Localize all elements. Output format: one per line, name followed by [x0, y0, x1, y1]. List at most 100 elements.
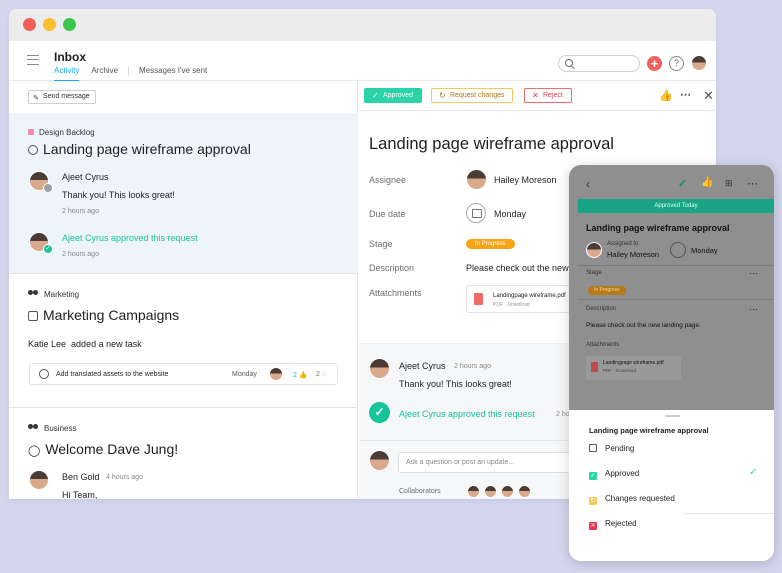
feed-item-design-backlog[interactable]: Design Backlog Landing page wireframe ap… — [9, 113, 358, 273]
selected-check-icon: ✓ — [749, 467, 758, 478]
stage-value[interactable]: In Progress — [466, 239, 515, 249]
top-bar: Inbox Activity Archive Messages I've sen… — [9, 41, 716, 81]
more-icon[interactable]: ⋯ — [749, 268, 758, 279]
avatar — [269, 367, 283, 381]
team-icon — [28, 290, 38, 298]
request-changes-button[interactable]: ↻ Request changes — [431, 88, 514, 103]
more-icon[interactable]: ⋯ — [680, 88, 691, 101]
stage-label: Stage — [586, 270, 602, 276]
comment-count[interactable]: 2 ◌ — [316, 371, 326, 378]
check-circle-icon[interactable] — [39, 369, 49, 379]
option-approved[interactable]: ✓ Approved — [589, 469, 639, 480]
divider — [9, 273, 358, 274]
approval-action-bar: ✓ Approved ↻ Request changes ✕ Reject 👍 ⋯ ✕ — [359, 81, 716, 111]
thumbs-up-icon[interactable]: 👍 — [659, 89, 673, 102]
minimize-window-button[interactable] — [43, 18, 56, 31]
due-date-value[interactable]: Monday — [691, 246, 718, 255]
comment-text: Thank you! This looks great! — [399, 379, 512, 389]
reject-button[interactable]: ✕ Reject — [524, 88, 572, 103]
close-icon[interactable]: ✕ — [703, 88, 714, 104]
attachment-card[interactable]: Landingpage wireframe.pdf PDF · Download — [466, 285, 576, 313]
option-pending[interactable]: Pending — [589, 444, 634, 453]
thumbs-up-icon: 👍 — [298, 372, 308, 379]
description-label: Description — [586, 306, 617, 312]
menu-icon[interactable] — [27, 55, 39, 65]
event-time: 2 hours ago — [62, 251, 99, 258]
message-time: 4 hours ago — [106, 474, 143, 481]
subtask-due: Monday — [232, 371, 257, 378]
attachment-name: Landingpage wireframe.pdf — [603, 360, 664, 366]
task-title[interactable]: ◯ Welcome Dave Jung! — [28, 441, 178, 457]
option-changes-requested[interactable]: ↻ Changes requested — [589, 494, 675, 505]
more-icon[interactable]: ⋯ — [747, 177, 758, 190]
send-message-button[interactable]: ✎ Send message — [28, 90, 96, 104]
description-value[interactable]: Please check out the new — [466, 263, 569, 273]
project-label: Business — [28, 424, 76, 433]
team-icon — [28, 424, 38, 432]
more-icon[interactable]: ⋯ — [749, 304, 758, 315]
thumbs-up-icon[interactable]: 👍 — [701, 177, 713, 188]
maximize-window-button[interactable] — [63, 18, 76, 31]
option-rejected[interactable]: ✕ Rejected — [589, 519, 637, 530]
mobile-toolbar: ‹ ✓ 👍 ⊞ ⋯ — [569, 165, 774, 199]
approval-status-sheet: Landing page wireframe approval Pending … — [569, 410, 774, 561]
collaborator-avatar[interactable] — [501, 485, 514, 498]
option-label: Approved — [605, 469, 640, 478]
comment-badge-icon — [43, 183, 53, 193]
activity-author: Katie Lee — [28, 339, 67, 349]
comment-author: Ajeet Cyrus — [399, 361, 446, 371]
search-icon — [565, 59, 573, 67]
comment-time: 2 hours ago — [454, 363, 491, 370]
assignee-value[interactable]: Hailey Moreson — [607, 250, 659, 259]
approved-check-icon: ✓ — [369, 402, 390, 423]
user-avatar[interactable] — [691, 55, 707, 71]
collaborator-avatar[interactable] — [518, 485, 531, 498]
divider — [9, 407, 358, 408]
assignee-avatar — [466, 169, 487, 190]
task-title-text: Welcome Dave Jung! — [45, 441, 179, 457]
collaborators-label: Collaborators — [399, 488, 441, 495]
task-title[interactable]: Landing page wireframe approval — [28, 141, 251, 157]
project-label: Marketing — [28, 290, 79, 299]
assignee-value[interactable]: Hailey Moreson — [494, 175, 557, 185]
search-input[interactable] — [558, 55, 640, 72]
help-button[interactable]: ? — [669, 56, 684, 71]
clipboard-icon — [28, 311, 38, 321]
title-bar — [9, 9, 716, 41]
changes-requested-icon: ↻ — [589, 497, 597, 505]
back-chevron-icon[interactable]: ‹ — [586, 177, 590, 191]
attachment-card[interactable]: Landingpage wireframe.pdf PDF · Download — [586, 356, 681, 380]
tab-activity[interactable]: Activity — [54, 66, 80, 81]
sheet-handle[interactable] — [665, 415, 680, 417]
like-count[interactable]: 2 👍 — [293, 371, 308, 379]
collaborator-avatar[interactable] — [467, 485, 480, 498]
description-value[interactable]: Please check out the new landing page. — [586, 322, 701, 329]
close-window-button[interactable] — [23, 18, 36, 31]
stage-value[interactable]: In Progress — [588, 286, 626, 295]
pdf-icon — [591, 362, 598, 372]
approval-event: Ajeet Cyrus approved this request — [399, 409, 535, 419]
subtask-icon[interactable]: ⊞ — [725, 178, 733, 189]
subtask-name: Add translated assets to the website — [56, 371, 169, 378]
reject-label: Reject — [543, 92, 563, 99]
chat-bubble-icon: ◯ — [28, 445, 41, 457]
task-detail-title: Landing page wireframe approval — [369, 135, 614, 153]
tab-archive[interactable]: Archive — [91, 66, 118, 76]
due-date-value[interactable]: Monday — [494, 209, 526, 219]
stage-label: Stage — [369, 239, 393, 249]
add-button[interactable]: + — [647, 56, 662, 71]
message-text: Hi Team, — [62, 490, 98, 499]
project-name: Marketing — [44, 290, 80, 299]
subtask-row[interactable]: Add translated assets to the website Mon… — [29, 363, 338, 385]
attachment-meta: PDF · Download — [603, 368, 637, 373]
task-title[interactable]: Marketing Campaigns — [28, 307, 179, 323]
collaborator-avatar[interactable] — [484, 485, 497, 498]
mobile-task-title: Landing page wireframe approval — [586, 223, 730, 233]
approved-badge-icon: ✓ — [43, 244, 53, 254]
check-icon[interactable]: ✓ — [678, 177, 687, 190]
approved-button[interactable]: ✓ Approved — [364, 88, 422, 103]
check-icon: ✓ — [372, 91, 379, 100]
tab-messages-sent[interactable]: Messages I've sent — [139, 66, 207, 76]
check-circle-icon[interactable] — [28, 145, 38, 155]
calendar-icon — [670, 242, 686, 258]
